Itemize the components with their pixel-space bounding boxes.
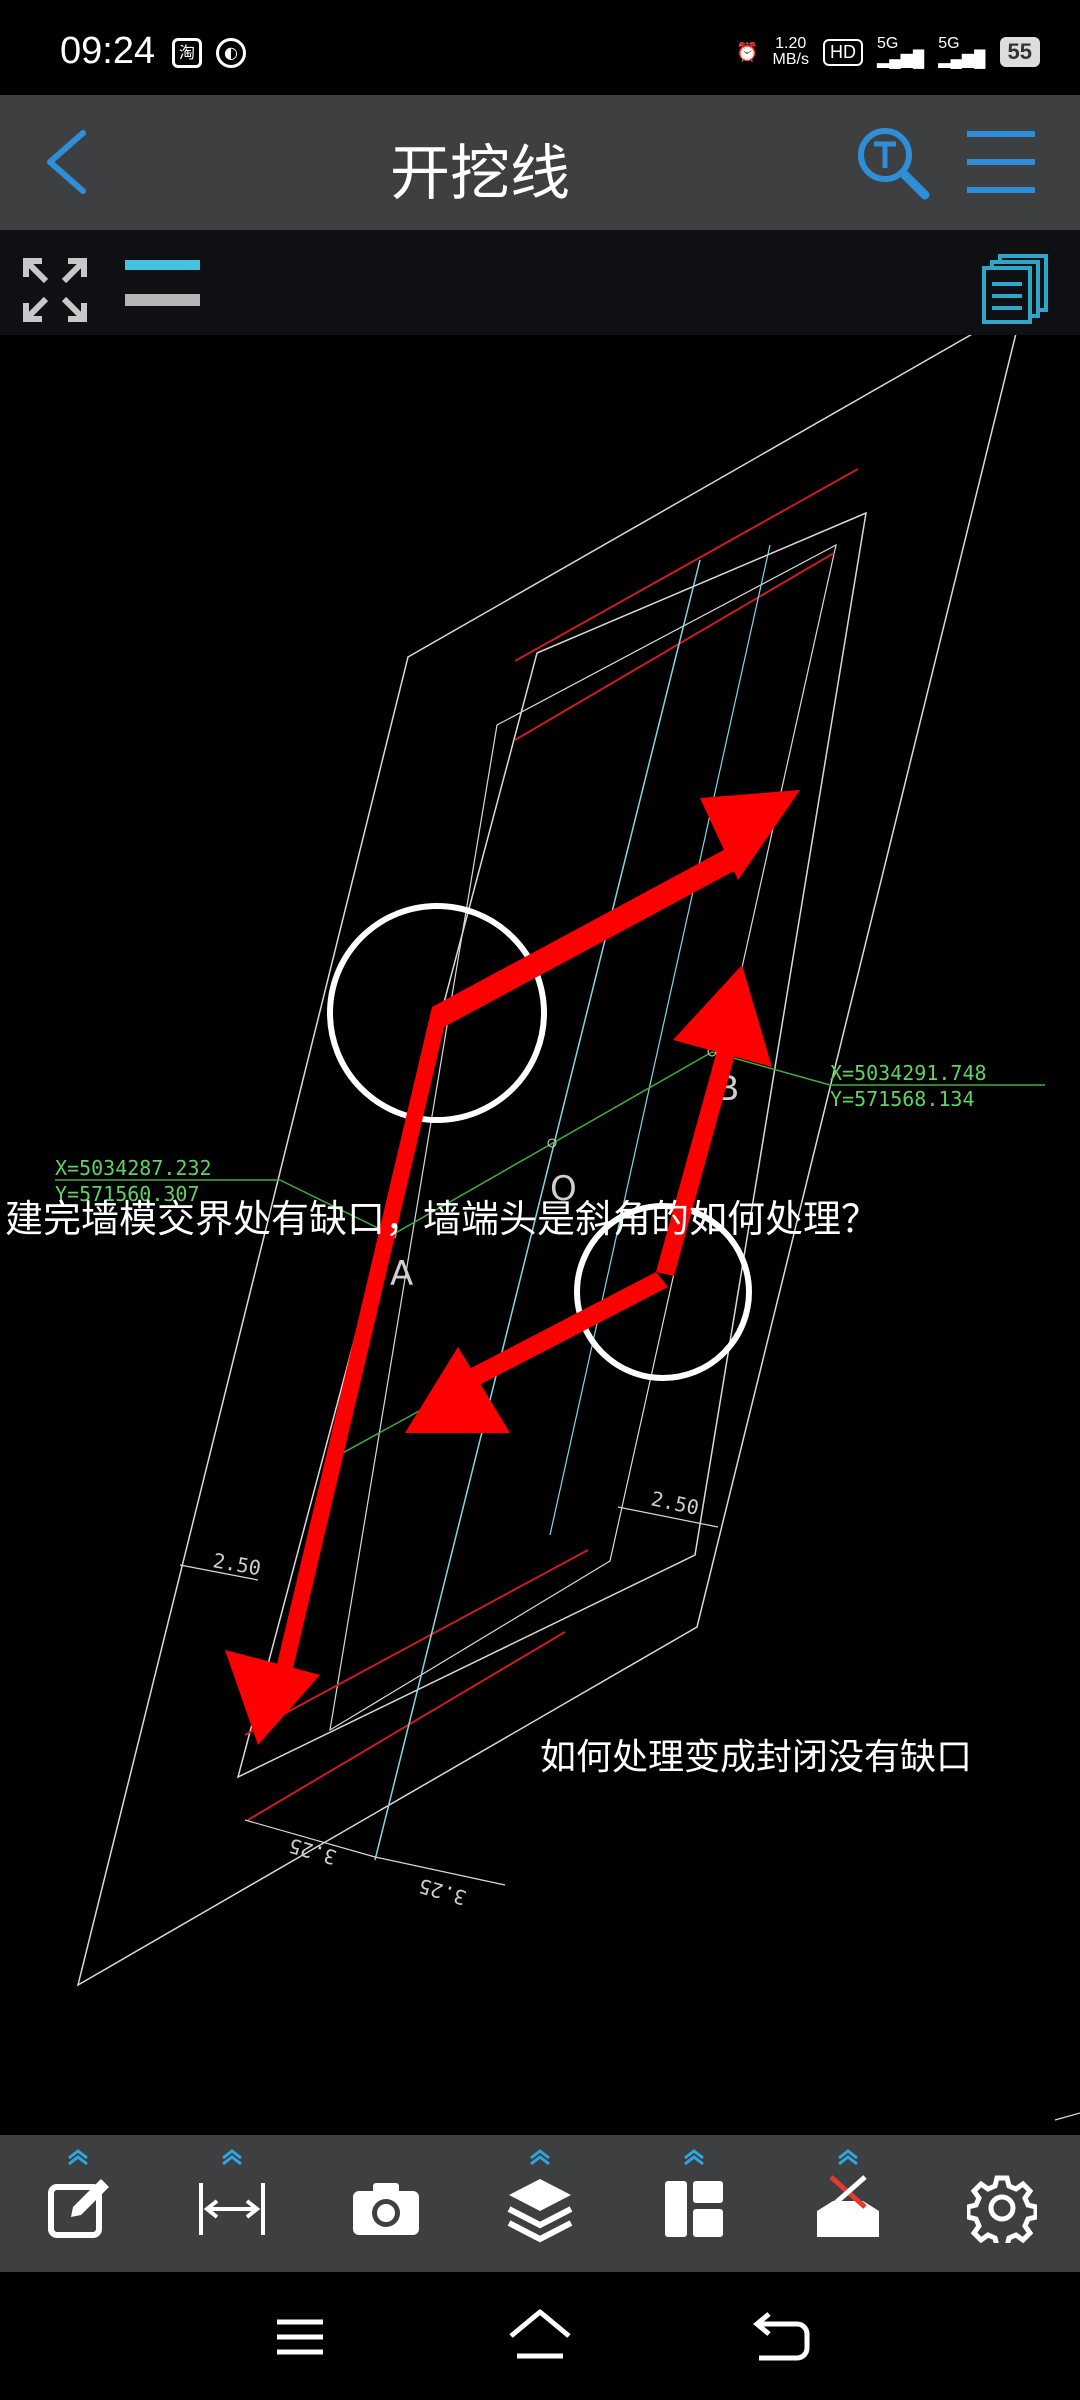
dimension-label-bottom-2: 3.25: [416, 1874, 469, 1910]
system-nav-bar: [0, 2272, 1080, 2400]
red-line: [247, 1631, 566, 1821]
tool-edit[interactable]: [18, 2135, 138, 2272]
tool-layout[interactable]: [634, 2135, 754, 2272]
net-speed: 1.20 MB/s: [772, 35, 809, 68]
status-indicators: ⏰ 1.20 MB/s HD 5G ▂▄▆█ 5G ▂▄▆█ 55: [736, 36, 1040, 68]
camera-icon: [353, 2183, 419, 2235]
chevron-up-icon: [68, 2149, 88, 2165]
nav-home-icon[interactable]: [505, 2302, 575, 2372]
battery-indicator: 55: [999, 37, 1040, 67]
red-line: [514, 552, 835, 741]
bottom-toolbar: [0, 2135, 1080, 2272]
settings-gear-icon: [967, 2175, 1037, 2243]
coordinate-right: X=5034291.748 Y=571568.134: [830, 1061, 987, 1111]
chevron-up-icon: [684, 2149, 704, 2165]
tool-toolbox[interactable]: [788, 2135, 908, 2272]
measure-distance-icon: [199, 2183, 265, 2235]
layer-lines-icon[interactable]: [125, 258, 200, 308]
question-annotation-main: 建完墙模交界处有缺口，墙端头是斜角的如何处理？: [5, 1197, 880, 1241]
tool-layers[interactable]: [480, 2135, 600, 2272]
taobao-app-icon: 淘: [172, 38, 202, 68]
chevron-up-icon: [222, 2149, 242, 2165]
arrow-head-lower-left: [225, 1650, 320, 1745]
notification-app-icon: ◐: [216, 38, 246, 68]
question-annotation-secondary: 如何处理变成封闭没有缺口: [540, 1737, 973, 1778]
status-time: 09:24: [60, 30, 156, 72]
arrow-shaft: [266, 1007, 448, 1715]
dimension-label-left: 2.50: [211, 1548, 263, 1580]
text-search-icon[interactable]: [855, 125, 930, 200]
signal-5g-1: 5G ▂▄▆█: [876, 35, 925, 68]
edge-line: [1054, 2112, 1080, 2121]
tool-settings[interactable]: [942, 2135, 1062, 2272]
arrow-shaft: [448, 1272, 668, 1395]
layout-panels-icon: [665, 2181, 723, 2237]
status-bar: 09:24 淘 ◐ ⏰ 1.20 MB/s HD 5G ▂▄▆█ 5G ▂▄▆█ 5…: [0, 0, 1080, 95]
cad-drawing-canvas[interactable]: A O B 2.50 2.50 3.25 3.25 X=5034287.232 …: [0, 335, 1080, 2135]
arrow-head-upper: [673, 965, 772, 1067]
signal-5g-2: 5G ▂▄▆█: [938, 35, 986, 68]
point-a-label: A: [390, 1254, 413, 1294]
alarm-icon: ⏰: [736, 41, 759, 62]
app-bar: 开挖线: [0, 95, 1080, 230]
layers-icon: [507, 2179, 573, 2243]
tool-measure[interactable]: [172, 2135, 292, 2272]
inner-boundary: [236, 511, 867, 1779]
nav-menu-icon[interactable]: [265, 2302, 335, 2372]
expand-arrows-icon[interactable]: [20, 255, 90, 325]
hamburger-menu-icon[interactable]: [965, 128, 1037, 196]
chevron-up-icon: [838, 2149, 858, 2165]
edit-icon: [48, 2179, 109, 2238]
view-toolbar: [0, 230, 1080, 335]
toolbox-icon: [817, 2175, 879, 2237]
nav-back-icon[interactable]: [745, 2302, 815, 2372]
tool-camera[interactable]: [326, 2135, 446, 2272]
stacked-pages-icon[interactable]: [980, 252, 1052, 324]
page-title: 开挖线: [390, 139, 570, 209]
hd-badge: HD: [822, 38, 863, 66]
chevron-up-icon: [530, 2149, 550, 2165]
